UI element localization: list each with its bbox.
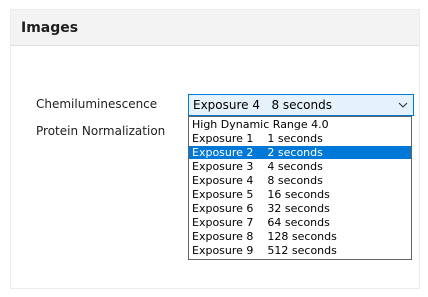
dropdown-option[interactable]: Exposure 2 2 seconds [189, 146, 411, 159]
dropdown-option[interactable]: Exposure 5 16 seconds [189, 188, 411, 201]
dropdown-option[interactable]: High Dynamic Range 4.0 [189, 118, 411, 131]
dropdown-option[interactable]: Exposure 1 1 seconds [189, 132, 411, 145]
chevron-down-icon[interactable] [398, 100, 408, 110]
dropdown-option[interactable]: Exposure 7 64 seconds [189, 216, 411, 229]
dropdown-option[interactable]: Exposure 6 32 seconds [189, 202, 411, 215]
panel-header: Images [11, 10, 419, 46]
panel-title: Images [21, 20, 79, 36]
dropdown-option[interactable]: Exposure 3 4 seconds [189, 160, 411, 173]
dropdown-option[interactable]: Exposure 8 128 seconds [189, 230, 411, 243]
dropdown-option[interactable]: Exposure 4 8 seconds [189, 174, 411, 187]
chemiluminescence-exposure-combobox[interactable]: Exposure 4 8 seconds [188, 94, 414, 116]
dropdown-option[interactable]: Exposure 9 512 seconds [189, 244, 411, 257]
exposure-dropdown-list[interactable]: High Dynamic Range 4.0 Exposure 1 1 secon… [188, 116, 412, 260]
combo-selected-value: Exposure 4 8 seconds [193, 98, 332, 112]
protein-normalization-label: Protein Normalization [36, 124, 166, 138]
chemiluminescence-label: Chemiluminescence [36, 97, 158, 111]
